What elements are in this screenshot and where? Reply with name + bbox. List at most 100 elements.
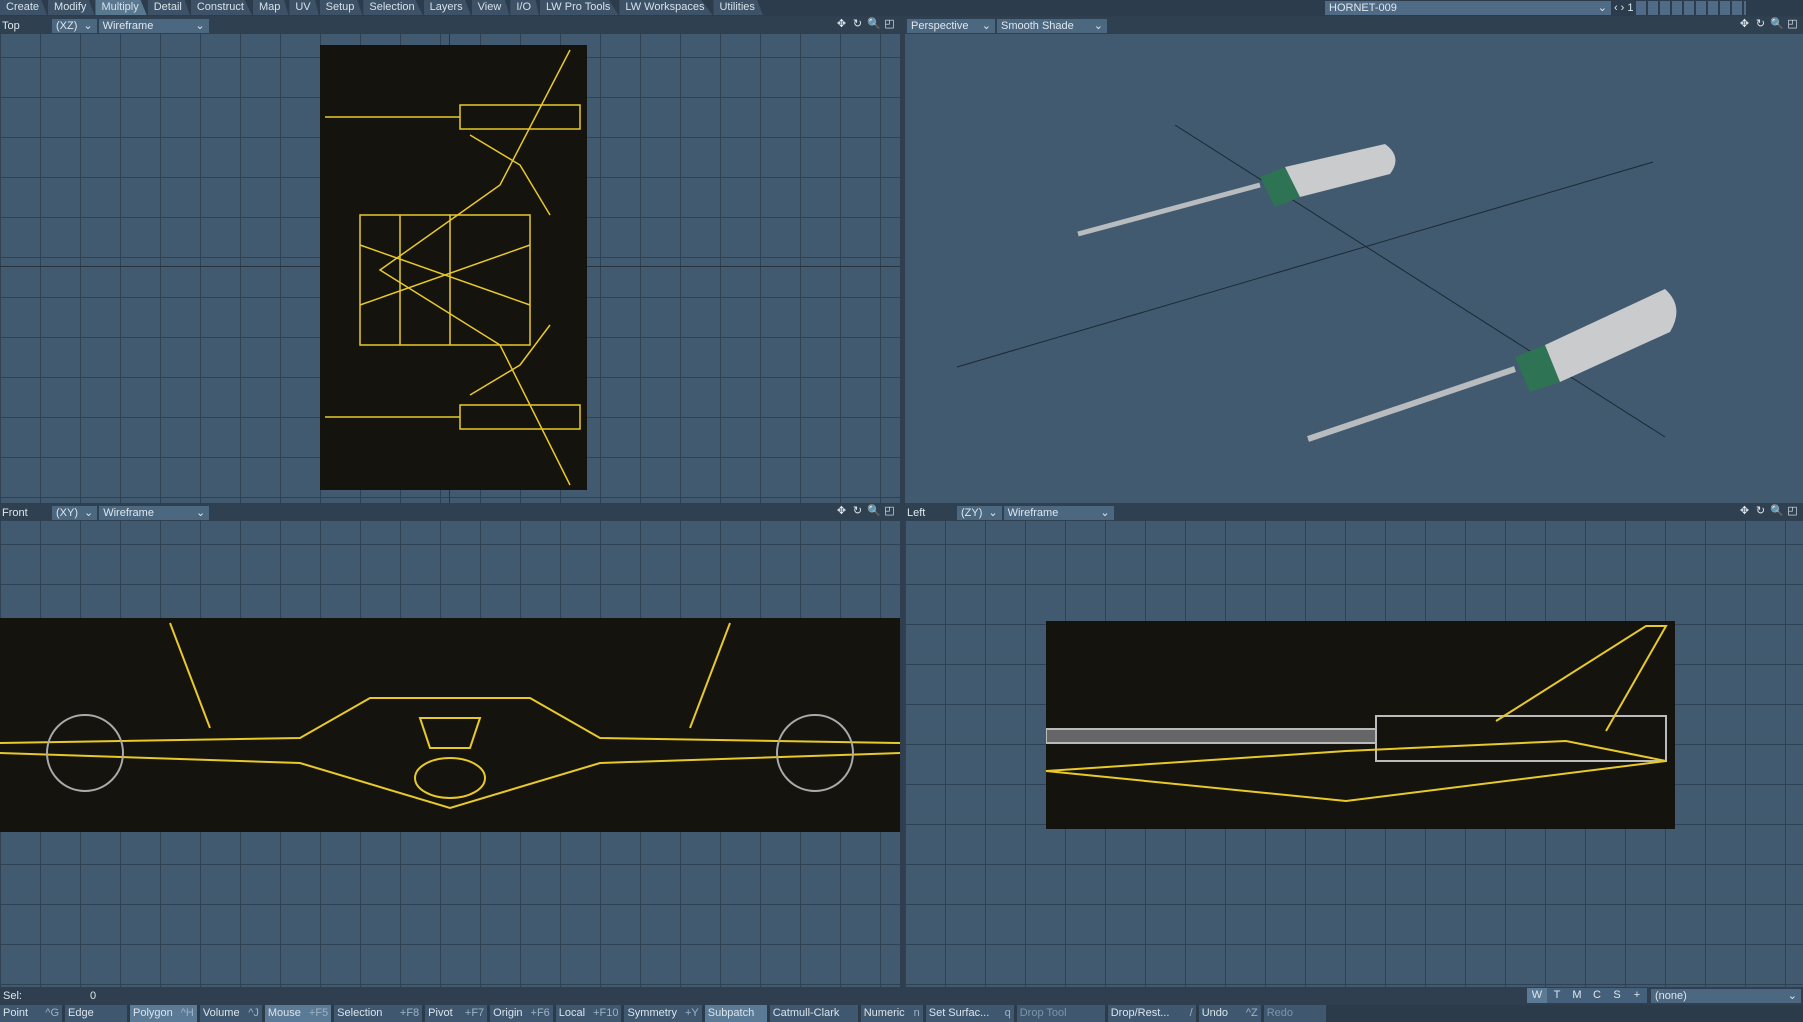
menu-tab-i-o[interactable]: I/O xyxy=(510,0,539,15)
view-select[interactable]: Perspective ⌄ xyxy=(907,18,995,33)
polygon-button[interactable]: Polygon ^H xyxy=(130,1005,197,1022)
axes-select[interactable]: (XZ) ⌄ xyxy=(52,18,97,33)
button-label: Catmull-Clark xyxy=(772,1007,840,1019)
zoom-icon[interactable]: 🔍 xyxy=(1770,505,1784,518)
button-label: Drop/Rest... xyxy=(1110,1007,1170,1019)
zoom-icon[interactable]: 🔍 xyxy=(867,18,881,31)
mouse-button[interactable]: Mouse +F5 xyxy=(264,1005,332,1022)
menu-tab-view[interactable]: View xyxy=(471,0,510,15)
mode-button-s[interactable]: S xyxy=(1607,988,1627,1003)
subpatch-button[interactable]: Subpatch xyxy=(704,1005,767,1022)
view-label[interactable]: Top xyxy=(2,20,50,32)
button-label: Volume xyxy=(202,1007,240,1019)
mode-button-c[interactable]: C xyxy=(1587,988,1607,1003)
object-select[interactable]: HORNET-009 ⌄ xyxy=(1325,0,1611,15)
point-button[interactable]: Point ^G xyxy=(0,1005,62,1022)
mode-button-t[interactable]: T xyxy=(1547,988,1567,1003)
viewport-perspective[interactable]: Perspective ⌄ Smooth Shade ⌄ ✥ ↻ 🔍 ◰ xyxy=(905,17,1803,503)
render-mode-select[interactable]: Wireframe ⌄ xyxy=(98,18,209,33)
menu-tab-lw-workspaces[interactable]: LW Workspaces xyxy=(619,0,713,15)
rotate-icon[interactable]: ↻ xyxy=(851,505,864,518)
menu-tab-lw-pro-tools[interactable]: LW Pro Tools xyxy=(540,0,619,15)
rotate-icon[interactable]: ↻ xyxy=(851,18,864,31)
move-icon[interactable]: ✥ xyxy=(1738,505,1751,518)
zoom-icon[interactable]: 🔍 xyxy=(867,505,881,518)
engine-pod xyxy=(1307,289,1677,442)
button-label: Origin xyxy=(493,1007,523,1019)
maximize-icon[interactable]: ◰ xyxy=(883,505,896,518)
volume-button[interactable]: Volume ^J xyxy=(199,1005,262,1022)
layer-buttons[interactable] xyxy=(1636,0,1747,15)
set-surfac-button[interactable]: Set Surfac... q xyxy=(925,1005,1014,1022)
symmetry-button[interactable]: Symmetry +Y xyxy=(624,1005,702,1022)
viewport-top[interactable]: Top (XZ) ⌄ Wireframe ⌄ ✥ ↻ 🔍 ◰ xyxy=(0,17,900,503)
bottom-toolbar: Point ^G Edge Polygon ^H Volume ^J Mouse +F5 Sele… xyxy=(0,1005,1803,1022)
shortcut-key: / xyxy=(1189,1007,1193,1019)
blueprint-left xyxy=(1045,621,1675,829)
menu-tab-detail[interactable]: Detail xyxy=(147,0,190,15)
render-mode-select[interactable]: Wireframe ⌄ xyxy=(99,505,210,520)
mode-button-plus[interactable]: + xyxy=(1627,988,1647,1003)
redo-button[interactable]: Redo xyxy=(1263,1005,1326,1022)
menu-tab-layers[interactable]: Layers xyxy=(423,0,471,15)
viewport-header: Perspective ⌄ Smooth Shade ⌄ ✥ ↻ 🔍 ◰ xyxy=(905,17,1803,34)
axes-select[interactable]: (XY) ⌄ xyxy=(52,505,98,520)
blueprint-front xyxy=(0,618,900,832)
blueprint-top xyxy=(320,45,587,490)
menu-tab-construct[interactable]: Construct xyxy=(190,0,252,15)
viewport-front[interactable]: Front (XY) ⌄ Wireframe ⌄ ✥ ↻ 🔍 ◰ xyxy=(0,504,900,987)
menu-tab-setup[interactable]: Setup xyxy=(319,0,363,15)
move-icon[interactable]: ✥ xyxy=(835,18,848,31)
menu-tab-multiply[interactable]: Multiply xyxy=(95,0,147,15)
menu-tab-modify[interactable]: Modify xyxy=(48,0,95,15)
numeric-button[interactable]: Numeric n xyxy=(860,1005,923,1022)
edge-button[interactable]: Edge xyxy=(65,1005,127,1022)
next-layer-button[interactable]: › xyxy=(1621,2,1625,14)
layer-number: 1 xyxy=(1627,1,1634,14)
drop-tool-button[interactable]: Drop Tool xyxy=(1016,1005,1105,1022)
move-icon[interactable]: ✥ xyxy=(835,505,848,518)
mode-button-m[interactable]: M xyxy=(1567,988,1587,1003)
catmull-clark-button[interactable]: Catmull-Clark xyxy=(769,1005,858,1022)
shortcut-key: +F7 xyxy=(464,1007,485,1019)
button-label: Point xyxy=(3,1007,29,1019)
zoom-icon[interactable]: 🔍 xyxy=(1770,18,1784,31)
pivot-button[interactable]: Pivot +F7 xyxy=(425,1005,488,1022)
sel-count: 0 xyxy=(90,989,97,1002)
shortcut-key: +F5 xyxy=(308,1007,329,1019)
axes-select[interactable]: (ZY) ⌄ xyxy=(957,505,1002,520)
shortcut-key: n xyxy=(913,1007,920,1019)
button-label: Subpatch xyxy=(707,1007,755,1019)
menu-tab-map[interactable]: Map xyxy=(252,0,289,15)
move-icon[interactable]: ✥ xyxy=(1738,18,1751,31)
menu-tab-create[interactable]: Create xyxy=(0,0,48,15)
button-label: Symmetry xyxy=(627,1007,677,1019)
render-mode-select[interactable]: Smooth Shade ⌄ xyxy=(997,18,1107,33)
menu-tab-uv[interactable]: UV xyxy=(289,0,319,15)
maximize-icon[interactable]: ◰ xyxy=(883,18,896,31)
menu-tab-selection[interactable]: Selection xyxy=(363,0,423,15)
maximize-icon[interactable]: ◰ xyxy=(1786,18,1799,31)
engine-pod xyxy=(1077,144,1396,237)
object-name: HORNET-009 xyxy=(1329,1,1397,14)
rotate-icon[interactable]: ↻ xyxy=(1754,18,1767,31)
maximize-icon[interactable]: ◰ xyxy=(1786,505,1799,518)
viewport-header: Top (XZ) ⌄ Wireframe ⌄ ✥ ↻ 🔍 ◰ xyxy=(0,17,900,34)
surface-select[interactable]: (none) ⌄ xyxy=(1651,988,1801,1003)
local-button[interactable]: Local +F10 xyxy=(555,1005,622,1022)
prev-layer-button[interactable]: ‹ xyxy=(1614,2,1618,14)
selection-button[interactable]: Selection +F8 xyxy=(334,1005,423,1022)
origin-button[interactable]: Origin +F6 xyxy=(490,1005,553,1022)
menu-tab-utilities[interactable]: Utilities xyxy=(713,0,763,15)
viewport-header: Front (XY) ⌄ Wireframe ⌄ ✥ ↻ 🔍 ◰ xyxy=(0,504,900,521)
button-label: Edge xyxy=(68,1007,94,1019)
mode-button-w[interactable]: W xyxy=(1527,988,1547,1003)
undo-button[interactable]: Undo ^Z xyxy=(1198,1005,1261,1022)
viewport-left[interactable]: Left (ZY) ⌄ Wireframe ⌄ ✥ ↻ 🔍 ◰ xyxy=(905,504,1803,987)
render-mode-select[interactable]: Wireframe ⌄ xyxy=(1003,505,1114,520)
view-label[interactable]: Front xyxy=(2,507,50,519)
button-label: Polygon xyxy=(133,1007,173,1019)
rotate-icon[interactable]: ↻ xyxy=(1754,505,1767,518)
drop-rest-button[interactable]: Drop/Rest... / xyxy=(1107,1005,1196,1022)
view-label[interactable]: Left xyxy=(907,507,955,519)
